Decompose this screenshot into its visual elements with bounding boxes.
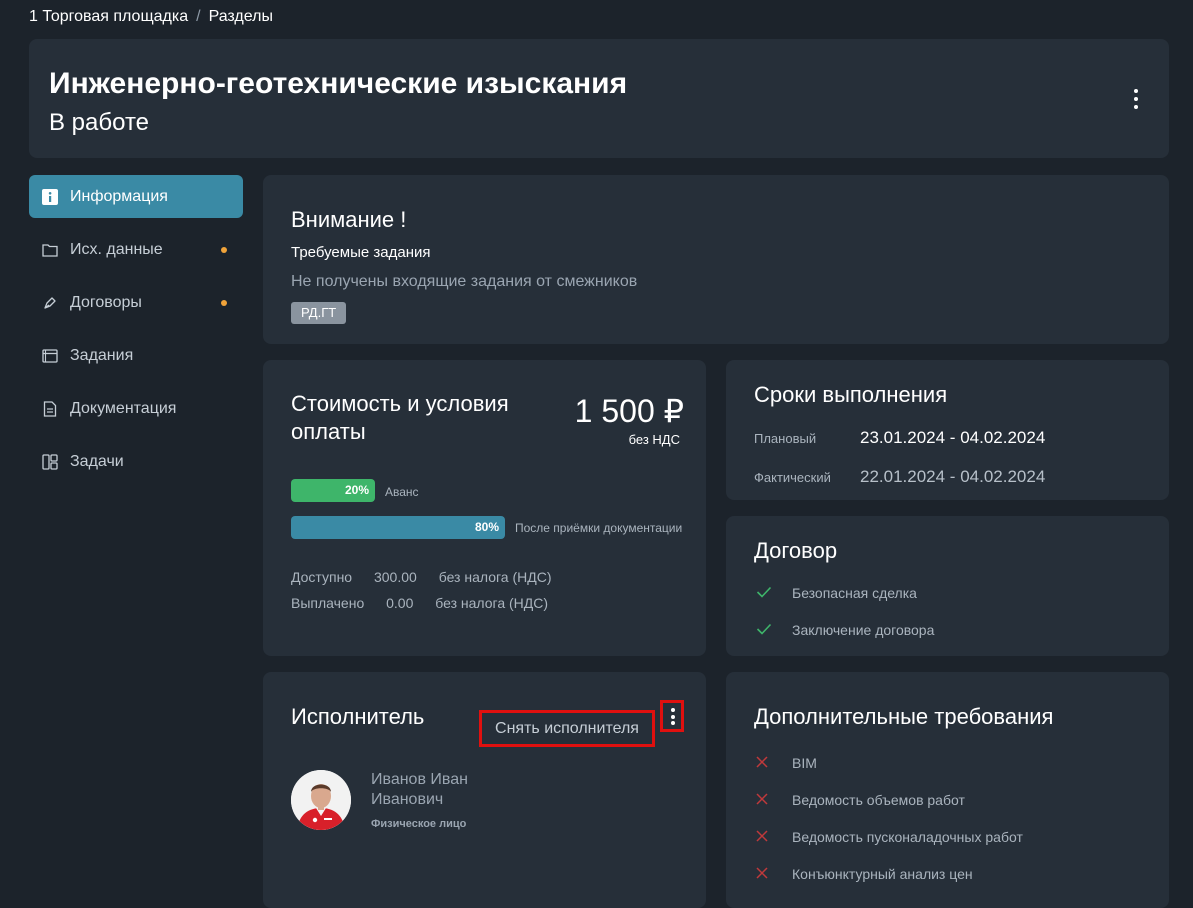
cross-icon — [756, 792, 772, 808]
paid-note: без налога (НДС) — [435, 595, 549, 611]
notification-dot — [221, 247, 227, 253]
breadcrumb-root[interactable]: 1 Торговая площадка — [29, 8, 188, 25]
sidebar-item-assignments[interactable]: Задачи — [29, 440, 243, 483]
sidebar-item-label: Исх. данные — [70, 240, 163, 258]
sidebar-item-tasks[interactable]: Задания — [29, 334, 243, 377]
sidebar-item-documentation[interactable]: Документация — [29, 387, 243, 430]
contract-title: Договор — [754, 538, 838, 563]
available-note: без налога (НДС) — [438, 569, 552, 585]
check-icon — [756, 585, 772, 601]
remove-executor-button[interactable]: Снять исполнителя — [479, 710, 655, 747]
cross-icon — [756, 866, 772, 882]
pen-icon — [42, 295, 58, 311]
attention-text: Не получены входящие задания от смежнико… — [291, 273, 638, 290]
notification-dot — [221, 300, 227, 306]
acceptance-progress-bar: 80% — [291, 516, 505, 539]
contract-item-label: Заключение договора — [792, 622, 935, 638]
executor-name: Иванов Иван Иванович — [371, 771, 468, 808]
document-icon — [42, 400, 58, 417]
sidebar-item-label: Договоры — [70, 293, 142, 311]
executor-menu-highlight[interactable] — [660, 700, 684, 732]
acceptance-percent: 80% — [474, 520, 499, 534]
cost-amount-note: без НДС — [628, 432, 680, 447]
requirement-label: Ведомость объемов работ — [792, 792, 965, 808]
sidebar-item-info[interactable]: Информация — [29, 175, 243, 218]
cross-icon — [756, 755, 772, 771]
board-icon — [42, 453, 58, 470]
cards-icon — [42, 348, 58, 364]
requirement-item: Ведомость объемов работ — [756, 792, 965, 808]
requirement-item: BIM — [756, 755, 817, 771]
executor-type: Физическое лицо — [371, 818, 467, 830]
requirement-label: Конъюнктурный анализ цен — [792, 866, 973, 882]
section-header-card: Инженерно-геотехнические изыскания В раб… — [29, 39, 1169, 158]
sidebar-item-label: Документация — [70, 399, 177, 417]
status-text: В работе — [49, 109, 150, 136]
more-options-icon[interactable] — [1133, 89, 1139, 109]
paid-value: 0.00 — [386, 595, 414, 611]
cost-title: Стоимость и условия оплаты — [291, 391, 509, 444]
requirements-title: Дополнительные требования — [754, 704, 1054, 729]
info-icon — [42, 188, 58, 205]
advance-label: Аванс — [385, 485, 419, 499]
attention-title: Внимание ! — [291, 207, 407, 232]
advance-percent: 20% — [344, 483, 369, 497]
requirement-label: BIM — [792, 755, 817, 771]
actual-row: Фактический 22.01.2024 - 04.02.2024 — [754, 467, 1045, 486]
available-label: Доступно — [291, 569, 353, 585]
requirements-card: Дополнительные требования BIM Ведомость … — [726, 672, 1169, 908]
acceptance-label: После приёмки документации — [515, 521, 683, 535]
terms-card: Сроки выполнения Плановый 23.01.2024 - 0… — [726, 360, 1169, 500]
paid-label: Выплачено — [291, 595, 365, 611]
attention-subtitle: Требуемые задания — [291, 244, 431, 261]
requirement-item: Ведомость пусконаладочных работ — [756, 829, 1023, 845]
sidebar-item-label: Задачи — [70, 452, 124, 470]
cross-icon — [756, 829, 772, 845]
planned-row: Плановый 23.01.2024 - 04.02.2024 — [754, 428, 1045, 447]
avatar — [291, 770, 351, 830]
advance-progress-bar: 20% — [291, 479, 375, 502]
contract-item: Заключение договора — [756, 622, 934, 638]
sidebar-item-label: Задания — [70, 346, 134, 364]
sidebar-item-contracts[interactable]: Договоры — [29, 281, 243, 324]
task-badge[interactable]: РД.ГТ — [291, 302, 347, 324]
requirement-item: Конъюнктурный анализ цен — [756, 866, 973, 882]
paid-row: Выплачено 0.00 без налога (НДС) — [291, 595, 566, 611]
planned-value: 23.01.2024 - 04.02.2024 — [860, 428, 1046, 447]
check-icon — [756, 622, 772, 638]
breadcrumb: 1 Торговая площадка / Разделы — [29, 8, 273, 26]
contract-item-label: Безопасная сделка — [792, 585, 917, 601]
requirement-label: Ведомость пусконаладочных работ — [792, 829, 1023, 845]
more-options-icon[interactable] — [670, 708, 676, 725]
available-value: 300.00 — [373, 569, 417, 585]
sidebar-item-source-data[interactable]: Исх. данные — [29, 228, 243, 271]
attention-card: Внимание ! Требуемые задания Не получены… — [263, 175, 1169, 344]
contract-card: Договор Безопасная сделка Заключение дог… — [726, 516, 1169, 656]
actual-value: 22.01.2024 - 04.02.2024 — [860, 467, 1046, 486]
executor-title: Исполнитель — [291, 704, 425, 729]
executor-card: Исполнитель Снять исполнителя Иванов Ива… — [263, 672, 706, 908]
contract-item: Безопасная сделка — [756, 585, 917, 601]
breadcrumb-current: Разделы — [208, 8, 273, 25]
sidebar-item-label: Информация — [70, 187, 168, 205]
sidebar: Информация Исх. данные Договоры Задания … — [29, 175, 243, 493]
breadcrumb-separator: / — [196, 8, 201, 25]
folder-icon — [42, 242, 58, 258]
planned-label: Плановый — [754, 431, 817, 446]
cost-card: Стоимость и условия оплаты 1 500 ₽ без Н… — [263, 360, 706, 656]
cost-amount: 1 500 ₽ — [574, 393, 684, 429]
page-title: Инженерно-геотехнические изыскания — [49, 67, 628, 100]
available-row: Доступно 300.00 без налога (НДС) — [291, 569, 569, 585]
actual-label: Фактический — [754, 470, 831, 485]
terms-title: Сроки выполнения — [754, 382, 948, 407]
